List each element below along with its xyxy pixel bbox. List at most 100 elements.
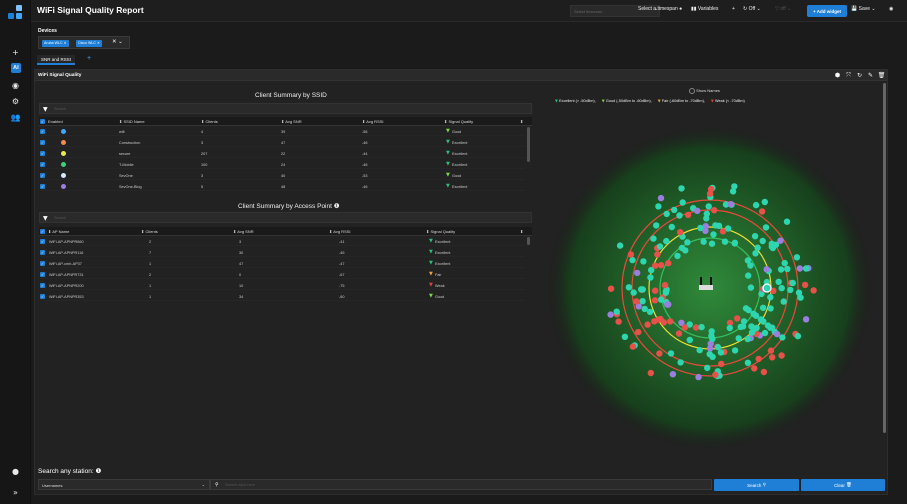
client-point[interactable]: [737, 323, 744, 331]
add-tab-icon[interactable]: +: [87, 55, 91, 62]
client-point[interactable]: [607, 311, 614, 318]
client-point[interactable]: [767, 347, 775, 354]
clear-icon[interactable]: ✕ ⌄: [112, 39, 123, 45]
bookmark-icon[interactable]: ⬢: [834, 72, 841, 79]
client-point[interactable]: [615, 318, 622, 325]
client-point[interactable]: [621, 333, 629, 340]
table-row[interactable]: ✓ SevOne-Blog 5 48 -46 ▼ Excellent: [39, 182, 525, 191]
client-point[interactable]: [651, 318, 658, 325]
client-point[interactable]: [752, 250, 759, 257]
client-point[interactable]: [656, 243, 664, 250]
column-header[interactable]: ⬍ Clients: [201, 119, 218, 124]
row-checkbox[interactable]: ✓: [40, 239, 45, 244]
client-point[interactable]: [801, 281, 809, 289]
ssid-search-input[interactable]: Search: [54, 107, 66, 111]
client-point[interactable]: [634, 269, 641, 277]
device-chip[interactable]: Cisco WLC ✕: [76, 40, 102, 47]
selected-client-point[interactable]: [762, 283, 772, 293]
client-point[interactable]: [678, 244, 686, 252]
table-row[interactable]: ✓ T-Mobile 100 24 -46 ▼ Excellent: [39, 160, 525, 169]
column-header[interactable]: ⬍ AP Name: [48, 229, 69, 234]
table-row[interactable]: ✓ WiFi-AP-APNPR731 2 0 -67 ▼ Fair: [39, 270, 525, 279]
info-icon[interactable]: ❶: [95, 468, 101, 475]
client-point[interactable]: [706, 345, 714, 352]
filter-icon[interactable]: ▼: [43, 106, 48, 113]
station-type-select[interactable]: Usernames ⌄: [38, 479, 210, 490]
client-point[interactable]: [694, 207, 701, 214]
filter-icon[interactable]: ▼: [43, 215, 48, 222]
client-point[interactable]: [703, 210, 710, 217]
client-point[interactable]: [647, 274, 654, 281]
save-button[interactable]: 💾 Save ⌄: [851, 6, 876, 12]
row-checkbox[interactable]: ✓: [40, 140, 45, 145]
client-point[interactable]: [780, 298, 787, 305]
row-checkbox[interactable]: ✓: [40, 272, 45, 277]
client-point[interactable]: [708, 240, 716, 247]
client-point[interactable]: [646, 308, 654, 316]
client-point[interactable]: [650, 235, 657, 242]
clear-button[interactable]: Clear 🗑: [801, 479, 885, 491]
client-point[interactable]: [647, 369, 654, 377]
client-point[interactable]: [787, 286, 794, 294]
add-icon[interactable]: +: [8, 46, 23, 58]
devices-select[interactable]: Aruba WLC ✕ Cisco WLC ✕ ✕ ⌄: [38, 36, 130, 49]
client-point[interactable]: [635, 328, 642, 336]
row-checkbox[interactable]: ✓: [40, 283, 45, 288]
client-point[interactable]: [797, 294, 804, 301]
client-point[interactable]: [793, 254, 801, 261]
client-point[interactable]: [712, 371, 719, 378]
client-point[interactable]: [686, 336, 693, 344]
tab-snr-rssi[interactable]: SNR and RSSI: [37, 55, 76, 65]
client-point[interactable]: [740, 318, 748, 325]
client-point[interactable]: [784, 265, 791, 273]
client-point[interactable]: [712, 222, 719, 229]
client-point[interactable]: [669, 371, 677, 378]
client-point[interactable]: [696, 346, 703, 354]
client-point[interactable]: [667, 350, 675, 357]
client-point[interactable]: [629, 343, 637, 350]
refresh-toggle[interactable]: ↻ Off ⌄: [743, 6, 761, 12]
client-point[interactable]: [695, 373, 702, 381]
table-row[interactable]: ✓ WiFi-AP-APNPR353 1 34 -60 ▼ Good: [39, 292, 525, 301]
client-point[interactable]: [657, 194, 665, 202]
add-icon[interactable]: +: [732, 6, 735, 12]
table-row[interactable]: ✓ secure 207 22 -44 ▼ Excellent: [39, 149, 525, 158]
client-point[interactable]: [653, 222, 660, 229]
client-point[interactable]: [665, 301, 672, 308]
app-logo[interactable]: [8, 5, 23, 20]
table-row[interactable]: ✓ WiFi-AP-APNPR116 7 30 -45 ▼ Excellent: [39, 248, 525, 257]
client-point[interactable]: [751, 365, 758, 372]
client-point[interactable]: [663, 237, 670, 245]
ap-search-input[interactable]: Search: [54, 216, 66, 220]
device-chip[interactable]: Aruba WLC ✕: [42, 40, 69, 47]
client-point[interactable]: [641, 305, 648, 313]
sort-icon[interactable]: ⬍: [520, 229, 523, 234]
client-point[interactable]: [794, 332, 802, 340]
client-point[interactable]: [796, 265, 803, 272]
client-point[interactable]: [674, 252, 681, 260]
row-checkbox[interactable]: ✓: [40, 250, 45, 255]
client-point[interactable]: [758, 208, 766, 215]
row-checkbox[interactable]: ✓: [40, 294, 45, 299]
client-point[interactable]: [754, 244, 761, 251]
select-all-checkbox[interactable]: ✓: [40, 229, 45, 234]
row-checkbox[interactable]: ✓: [40, 151, 45, 156]
select-all-checkbox[interactable]: ✓: [40, 119, 45, 124]
client-point[interactable]: [731, 183, 738, 190]
expand-icon[interactable]: »: [8, 486, 23, 498]
column-header[interactable]: ⬍ Signal Quality: [426, 229, 455, 234]
client-point[interactable]: [779, 334, 786, 341]
refresh-icon[interactable]: ↻: [856, 72, 863, 79]
add-widget-button[interactable]: + Add widget: [807, 5, 847, 17]
client-point[interactable]: [718, 360, 725, 368]
timespan-picker[interactable]: Select a timespan ●: [638, 6, 682, 12]
search-button[interactable]: Search ⚲: [714, 479, 799, 491]
table-row[interactable]: ✓ WiFi-AP-APNPR200 1 10 -75 ▼ Weak: [39, 281, 525, 290]
client-point[interactable]: [777, 266, 785, 273]
client-point[interactable]: [775, 278, 782, 285]
station-search-input[interactable]: ⚲ Search input here: [210, 479, 712, 490]
scrollbar[interactable]: [527, 237, 530, 245]
client-point[interactable]: [658, 296, 665, 303]
client-point[interactable]: [656, 350, 663, 357]
ai-icon[interactable]: AI: [11, 63, 21, 73]
